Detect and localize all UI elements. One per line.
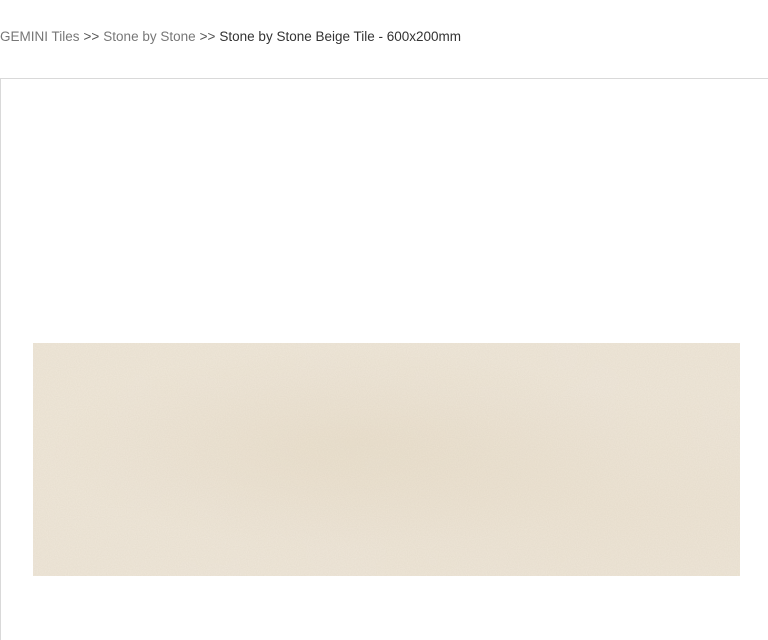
- breadcrumb-link-gemini-tiles[interactable]: GEMINI Tiles: [0, 29, 80, 44]
- tile-texture: [33, 343, 740, 576]
- breadcrumb: GEMINI Tiles >> Stone by Stone >> Stone …: [0, 26, 461, 46]
- breadcrumb-separator: >>: [83, 28, 100, 44]
- breadcrumb-current-page: Stone by Stone Beige Tile - 600x200mm: [219, 28, 462, 44]
- product-image-frame: [0, 78, 768, 640]
- breadcrumb-separator: >>: [199, 28, 216, 44]
- product-page: GEMINI Tiles >> Stone by Stone >> Stone …: [0, 0, 768, 640]
- product-tile-image[interactable]: [33, 343, 740, 576]
- breadcrumb-link-stone-by-stone[interactable]: Stone by Stone: [103, 29, 195, 44]
